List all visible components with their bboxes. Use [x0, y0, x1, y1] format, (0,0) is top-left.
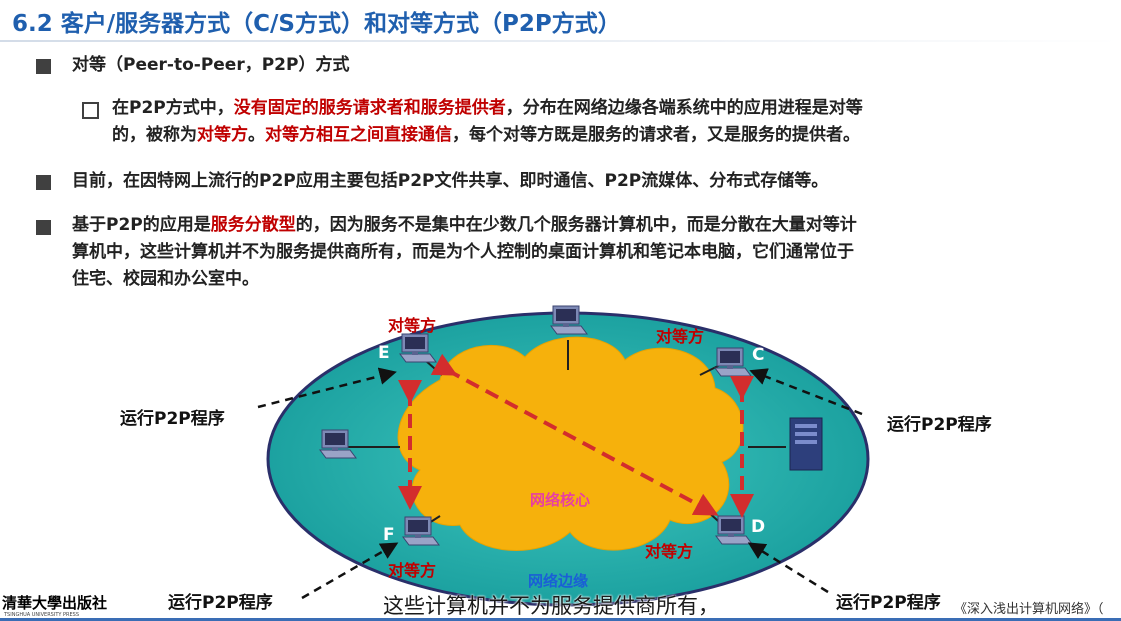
- book-title: 《深入浅出计算机网络》（: [954, 602, 1104, 617]
- run-p2p-label-right: 运行P2P程序: [887, 414, 992, 435]
- b3-text-2: 的，因为服务不是集中在少数几个服务器计算机中，而是分散在大量对等计: [295, 215, 857, 235]
- title-divider: [0, 40, 1121, 42]
- p2p-diagram: 对等方 对等方 对等方 对等方 E C F D 网络核心 网络边缘 运行P2P程…: [120, 305, 992, 613]
- publisher-logo: 清華大學出版社: [2, 594, 108, 612]
- sub-text-3: 的，被称为: [112, 125, 197, 145]
- node-label-f: F: [383, 525, 395, 545]
- highlight-no-fixed-roles: 没有固定的服务请求者和服务提供者: [233, 98, 506, 118]
- node-label-e: E: [378, 343, 390, 363]
- highlight-direct-communication: 对等方相互之间直接通信: [265, 125, 452, 145]
- server-icon: [789, 417, 823, 471]
- sub-text-1: 在P2P方式中，: [112, 98, 234, 118]
- node-label-d: D: [751, 517, 765, 537]
- sub-text-5: ，每个对等方既是服务的请求者，又是服务的提供者。: [452, 125, 860, 145]
- peer-label-e: 对等方: [388, 316, 436, 335]
- run-p2p-label-bottom-left: 运行P2P程序: [168, 592, 273, 613]
- bullet-1-text: 对等（Peer-to-Peer，P2P）方式: [72, 55, 350, 75]
- sub-text-2: ，分布在网络边缘各端系统中的应用进程是对等: [505, 98, 863, 118]
- peer-label-c: 对等方: [656, 327, 704, 346]
- peer-label-d: 对等方: [645, 542, 693, 561]
- network-core-label: 网络核心: [530, 491, 590, 509]
- bullet-3-text: 基于P2P的应用是服务分散型的，因为服务不是集中在少数几个服务器计算机中，而是分…: [72, 212, 1112, 293]
- bullet-square-3: [36, 220, 51, 235]
- page-title: 6.2 客户/服务器方式（C/S方式）和对等方式（P2P方式）: [12, 11, 621, 37]
- b3-text-4: 住宅、校园和办公室中。: [72, 269, 259, 289]
- bullet-square-1: [36, 59, 51, 74]
- bullet-2-text: 目前，在因特网上流行的P2P应用主要包括P2P文件共享、即时通信、P2P流媒体、…: [72, 171, 829, 191]
- network-edge-label: 网络边缘: [528, 572, 588, 590]
- bullet-square-2: [36, 175, 51, 190]
- highlight-service-distributed: 服务分散型: [210, 215, 296, 235]
- sub-text-4: 。: [248, 125, 265, 145]
- run-p2p-label-left: 运行P2P程序: [120, 408, 225, 429]
- b3-text-3: 算机中，这些计算机并不为服务提供商所有，而是为个人控制的桌面计算机和笔记本电脑，…: [72, 242, 854, 262]
- video-subtitle: 这些计算机并不为服务提供商所有，: [383, 594, 719, 618]
- b3-text-1: 基于P2P的应用是: [72, 215, 211, 235]
- run-p2p-label-bottom-right: 运行P2P程序: [836, 592, 941, 613]
- network-core-cloud: [397, 336, 744, 551]
- highlight-peer: 对等方: [197, 125, 248, 145]
- sub-bullet-hollow-square: [82, 102, 99, 119]
- sub-bullet-text: 在P2P方式中，没有固定的服务请求者和服务提供者，分布在网络边缘各端系统中的应用…: [112, 95, 1102, 149]
- node-label-c: C: [752, 345, 764, 365]
- peer-label-f: 对等方: [388, 561, 436, 580]
